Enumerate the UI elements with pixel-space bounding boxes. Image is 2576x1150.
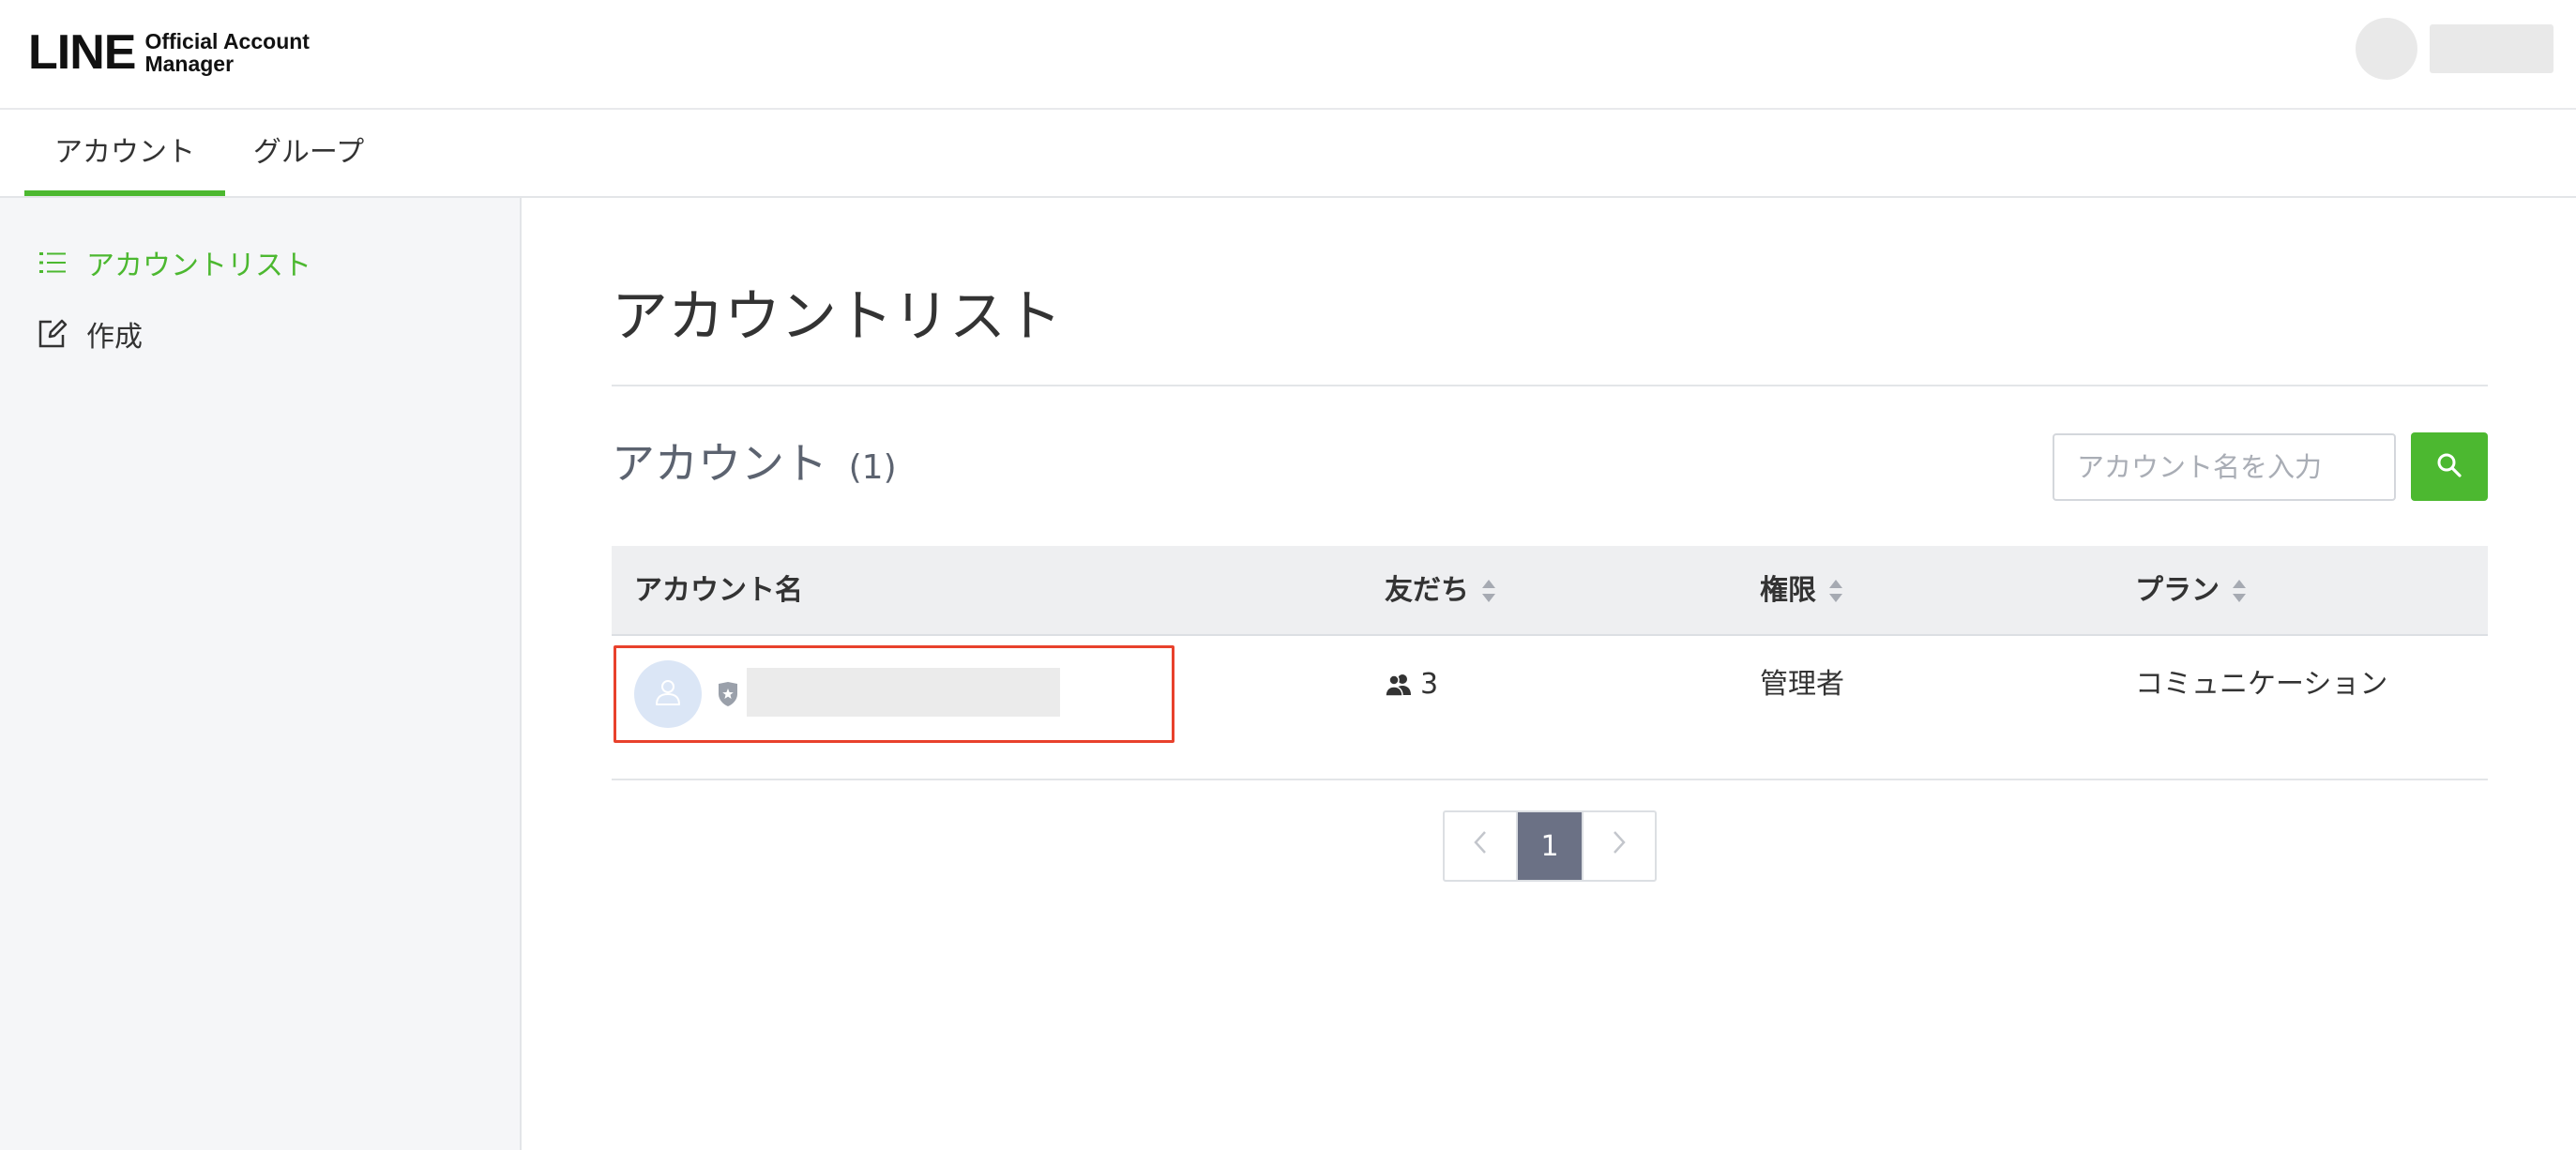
logo-main-text: LINE [28, 25, 136, 80]
list-icon [36, 246, 69, 280]
column-header-friends[interactable]: 友だち [1385, 546, 1497, 636]
sort-icon[interactable] [2231, 578, 2248, 604]
sort-icon[interactable] [1827, 578, 1844, 604]
table-header: アカウント名 友だち 権限 プラン [612, 546, 2488, 636]
column-label: プラン [2135, 574, 2220, 607]
table-row: 3 管理者 コミュニケーション [612, 636, 2488, 780]
column-header-plan[interactable]: プラン [2135, 546, 2248, 636]
column-header-account-name: アカウント名 [634, 546, 803, 636]
account-name-placeholder[interactable] [747, 668, 1060, 717]
page-button-current[interactable]: 1 [1518, 812, 1582, 880]
column-label: 友だち [1385, 574, 1469, 607]
logo-sub-line2: Manager [144, 52, 235, 76]
tab-groups[interactable]: グループ [238, 110, 379, 198]
sidebar-item-create[interactable]: 作成 [36, 315, 143, 354]
column-header-role[interactable]: 権限 [1760, 546, 1844, 636]
prev-page-button[interactable] [1445, 812, 1518, 880]
column-label: 権限 [1760, 574, 1816, 607]
friends-count: 3 [1420, 668, 1439, 701]
tab-accounts[interactable]: アカウント [24, 110, 225, 196]
friends-cell: 3 [1385, 660, 1438, 709]
column-label: アカウント名 [634, 574, 803, 607]
app-header: LINE Official Account Manager [0, 0, 2576, 110]
pagination: 1 [1443, 810, 1657, 882]
next-page-button[interactable] [1582, 812, 1655, 880]
sort-icon[interactable] [1480, 578, 1497, 604]
role-cell: 管理者 [1760, 668, 1844, 701]
user-avatar[interactable] [2356, 18, 2417, 80]
logo-sub-text: Official Account Manager [144, 30, 310, 75]
plan-cell: コミュニケーション [2135, 668, 2388, 701]
title-divider [612, 385, 2488, 386]
user-icon [652, 676, 684, 712]
friends-icon [1385, 673, 1413, 697]
sidebar-item-label: アカウントリスト [86, 250, 311, 282]
chevron-right-icon [1612, 829, 1627, 863]
sidebar-item-label: 作成 [86, 321, 143, 354]
user-name-placeholder[interactable] [2430, 24, 2553, 73]
account-avatar[interactable] [634, 660, 702, 728]
page-title: アカウントリスト [612, 284, 1062, 350]
edit-icon [36, 317, 69, 351]
section-title: アカウント (1) [612, 431, 897, 500]
shield-badge-icon [717, 681, 739, 707]
search-icon [2435, 451, 2463, 482]
top-tabs: アカウント グループ [0, 110, 2576, 198]
account-count: (1) [848, 448, 897, 487]
logo-sub-line1: Official Account [144, 29, 310, 53]
chevron-left-icon [1473, 829, 1488, 863]
search-button[interactable] [2411, 432, 2488, 501]
section-title-text: アカウント [612, 438, 827, 489]
sidebar-item-account-list[interactable]: アカウントリスト [36, 244, 311, 282]
account-search-input[interactable] [2053, 433, 2396, 501]
line-oam-logo[interactable]: LINE Official Account Manager [28, 28, 310, 77]
